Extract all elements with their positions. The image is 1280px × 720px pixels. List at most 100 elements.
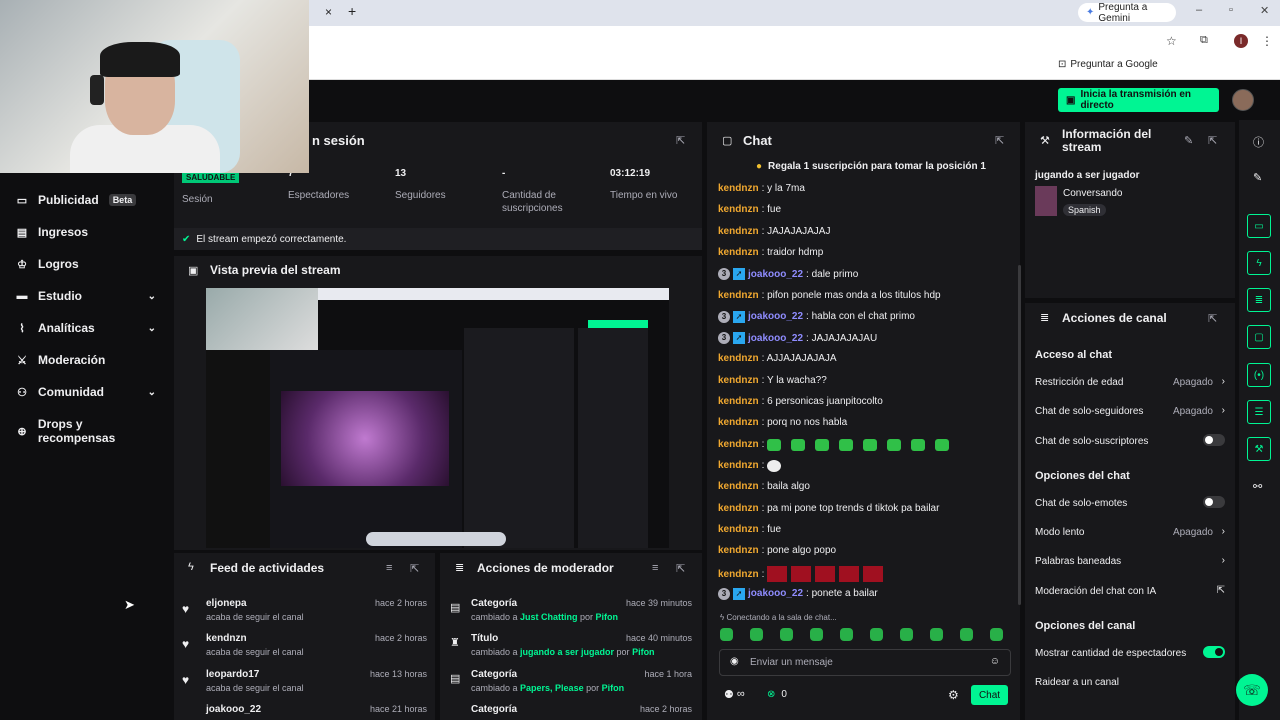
info-icon[interactable]: ⓘ [1253,134,1264,150]
chat-username[interactable]: kendnzn [718,481,759,492]
popout-icon[interactable]: ⇱ [676,134,685,147]
chat-username[interactable]: kendnzn [718,524,759,535]
popout-icon[interactable]: ⇱ [1208,312,1217,325]
chat-username[interactable]: kendnzn [718,183,759,194]
emote[interactable] [791,566,812,583]
popout-icon[interactable]: ⇱ [410,562,419,575]
emote[interactable] [840,628,853,641]
filter-icon[interactable]: ≡ [652,562,658,574]
chat-send-button[interactable]: Chat [971,685,1008,705]
extensions-icon[interactable]: ⧉ [1200,34,1208,47]
chat-username[interactable]: kendnzn [718,545,759,556]
emote[interactable] [870,628,883,641]
message-icon[interactable]: ▢ [1247,325,1271,349]
sidebar-item-comunidad[interactable]: ⚇ Comunidad ⌄ [16,385,162,399]
emote[interactable] [930,628,943,641]
sidebar-item-logros[interactable]: ♔ Logros [16,257,162,271]
clip-icon[interactable]: ▭ [1247,214,1271,238]
chat-username[interactable]: kendnzn [718,353,759,364]
chat-username[interactable]: kendnzn [718,247,759,258]
show-viewers-toggle[interactable] [1203,646,1225,658]
ask-google-button[interactable]: ⊡ Preguntar a Google [1058,59,1158,70]
emote[interactable] [815,566,836,583]
minimize-icon[interactable]: – [1196,4,1202,16]
ask-gemini-button[interactable]: ✦ Pregunta a Gemini [1078,2,1176,24]
chat-username[interactable]: kendnzn [718,226,759,237]
chat-username[interactable]: kendnzn [718,503,759,514]
stream-preview-video[interactable] [206,288,669,548]
pinned-sub-goal[interactable]: ● Regala 1 suscripción para tomar la posi… [756,161,986,172]
lightning-icon[interactable]: ϟ [1247,251,1271,275]
smiley-icon[interactable]: ☺ [990,656,1000,667]
emote[interactable] [935,438,950,451]
wrench-icon[interactable]: ⚒ [1247,437,1271,461]
browser-menu-icon[interactable]: ⋮ [1261,34,1273,48]
sidebar-item-drops[interactable]: ⊕ Drops y recompensas [16,417,162,445]
channel-points[interactable]: ⊗ 0 [767,689,787,700]
chat-scrollbar[interactable] [1018,265,1021,605]
emote[interactable] [750,628,763,641]
emote[interactable] [911,438,926,451]
bubble-emote[interactable] [767,459,782,472]
feed-user[interactable]: joakooo_22 [206,704,261,715]
banned-words-row[interactable]: Palabras baneadas › [1035,555,1225,567]
popout-icon[interactable]: ⇱ [995,134,1004,147]
chat-username[interactable]: kendnzn [718,396,759,407]
close-tab-icon[interactable]: × [325,5,332,19]
raid-row[interactable]: Raidear a un canal [1035,677,1225,688]
feed-user[interactable]: leopardo17 [206,669,259,680]
edit-icon[interactable]: ✎ [1184,134,1193,147]
emote[interactable] [863,566,884,583]
close-window-icon[interactable]: ✕ [1260,4,1269,17]
emote[interactable] [791,438,806,451]
chat-username[interactable]: kendnzn [718,460,759,471]
subs-only-toggle[interactable] [1203,434,1225,446]
chat-username[interactable]: kendnzn [718,375,759,386]
filter-icon[interactable]: ≡ [386,562,392,574]
sidebar-item-publicidad[interactable]: ▭ Publicidad Beta [16,193,162,207]
bookmark-star-icon[interactable]: ☆ [1166,34,1177,48]
chat-username[interactable]: kendnzn [718,290,759,301]
chat-username[interactable]: kendnzn [718,569,759,580]
emote[interactable] [767,566,788,583]
followers-only-row[interactable]: Chat de solo-seguidores Apagado › [1035,405,1225,417]
maximize-icon[interactable]: ▫ [1229,4,1233,16]
emote[interactable] [900,628,913,641]
profile-icon[interactable]: I [1234,34,1248,48]
emote[interactable] [810,628,823,641]
emote[interactable] [960,628,973,641]
chat-username[interactable]: kendnzn [718,417,759,428]
chat-username[interactable]: joakooo_22 [748,588,803,599]
emote[interactable] [863,438,878,451]
slow-mode-row[interactable]: Modo lento Apagado › [1035,526,1225,538]
ai-moderation-row[interactable]: Moderación del chat con IA ⇱ [1035,585,1225,597]
chat-username[interactable]: kendnzn [718,204,759,215]
users-icon[interactable]: ⚉ [724,688,734,701]
feed-user[interactable]: eljonepa [206,598,247,609]
sidebar-item-estudio[interactable]: ▬ Estudio ⌄ [16,289,162,303]
popout-icon[interactable]: ⇱ [676,562,685,575]
new-tab-icon[interactable]: + [348,3,356,19]
emote[interactable] [815,438,830,451]
stack-icon[interactable]: ☰ [1247,400,1271,424]
chat-username[interactable]: joakooo_22 [748,269,803,280]
chat-username[interactable]: joakooo_22 [748,333,803,344]
emote[interactable] [839,438,854,451]
go-live-button[interactable]: ▣ Inicia la transmisión en directo [1058,88,1219,112]
emote[interactable] [720,628,733,641]
list-icon[interactable]: ≣ [1247,288,1271,312]
emote[interactable] [780,628,793,641]
emote[interactable] [887,438,902,451]
sidebar-item-moderacion[interactable]: ⚔ Moderación [16,353,162,367]
chat-username[interactable]: joakooo_22 [748,311,803,322]
sidebar-item-analiticas[interactable]: ⌇ Analíticas ⌄ [16,321,162,335]
gear-icon[interactable]: ⚙ [948,688,959,702]
emoji-icon[interactable]: ◉ [730,656,739,667]
emote[interactable] [990,628,1003,641]
emote[interactable] [839,566,860,583]
emote[interactable] [767,438,782,451]
chat-input[interactable]: ◉ Enviar un mensaje ☺ [719,649,1011,676]
code-icon[interactable]: (•) [1247,363,1271,387]
avatar[interactable] [1232,89,1254,111]
help-chat-icon[interactable]: ☏ [1236,674,1268,706]
